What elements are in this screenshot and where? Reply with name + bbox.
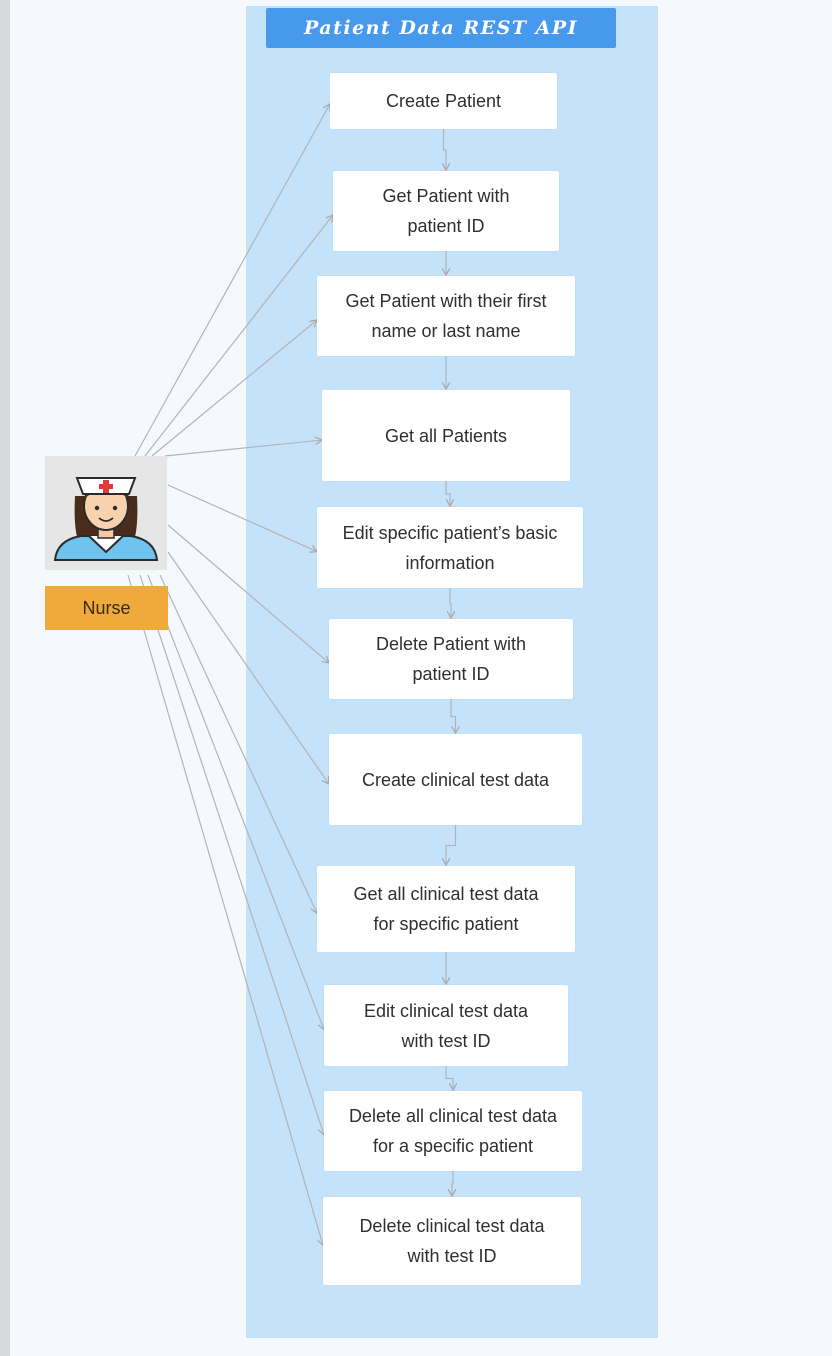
step-label-line: for a specific patient xyxy=(372,1136,534,1156)
step-label-line: information xyxy=(405,552,495,573)
step-label-line: patient ID xyxy=(412,664,490,684)
actor-arrow xyxy=(167,551,329,784)
flow-arrow xyxy=(450,588,451,618)
actor-arrow xyxy=(144,215,333,457)
step-label-line: Edit clinical test data xyxy=(363,1000,529,1021)
actor-arrow xyxy=(159,574,317,913)
step-box: Create Patient xyxy=(330,73,557,129)
step-box: Get all Patients xyxy=(322,390,570,481)
actor-arrow xyxy=(147,574,324,1030)
nurse-icon xyxy=(45,456,167,570)
step-label-line: Edit specific patient’s basic xyxy=(342,522,558,543)
step-label-line: for specific patient xyxy=(373,914,519,934)
step-box: Get Patient with their first name or last… xyxy=(317,276,575,356)
step-label-line: patient ID xyxy=(407,216,485,236)
step-label-line: with test ID xyxy=(401,1030,491,1051)
step-label-line: Delete all clinical test data xyxy=(348,1106,558,1126)
flow-arrow xyxy=(446,825,457,865)
actor-arrow xyxy=(139,574,324,1135)
actor-arrow xyxy=(167,484,317,552)
step-label-line: Create Patient xyxy=(385,91,502,111)
actor-arrow xyxy=(134,104,330,457)
step-label-line: name or last name xyxy=(371,321,521,341)
step-label-line: Get Patient with their first xyxy=(345,291,547,311)
actor-arrow xyxy=(164,440,322,457)
flow-arrow xyxy=(452,1171,453,1196)
step-box: Create clinical test data xyxy=(329,734,582,825)
step-label-line: Delete Patient with xyxy=(375,634,527,654)
flow-arrow xyxy=(450,699,456,733)
step-label-line: Create clinical test data xyxy=(361,769,550,790)
step-box: Delete Patient with patient ID xyxy=(329,619,573,699)
step-label-line: Get Patient with xyxy=(382,186,510,206)
nurse-label: Nurse xyxy=(45,586,168,630)
step-box: Edit clinical test data with test ID xyxy=(324,985,568,1066)
step-box: Get all clinical test data for specific p… xyxy=(317,866,575,952)
flow-arrow xyxy=(445,481,450,506)
step-box: Get Patient with patient ID xyxy=(333,171,559,251)
step-box: Edit specific patient’s basic information xyxy=(317,507,583,588)
step-label-line: Get all clinical test data xyxy=(353,884,539,904)
actor-arrow xyxy=(127,574,323,1245)
step-box: Delete all clinical test data for a speci… xyxy=(324,1091,582,1171)
flow-arrow xyxy=(445,1066,453,1090)
step-label-line: Delete clinical test data xyxy=(359,1216,545,1236)
step-label-line: Get all Patients xyxy=(384,425,508,446)
step-label-line: with test ID xyxy=(407,1246,497,1266)
step-box: Delete clinical test data with test ID xyxy=(323,1197,581,1285)
flow-arrow xyxy=(444,129,447,170)
